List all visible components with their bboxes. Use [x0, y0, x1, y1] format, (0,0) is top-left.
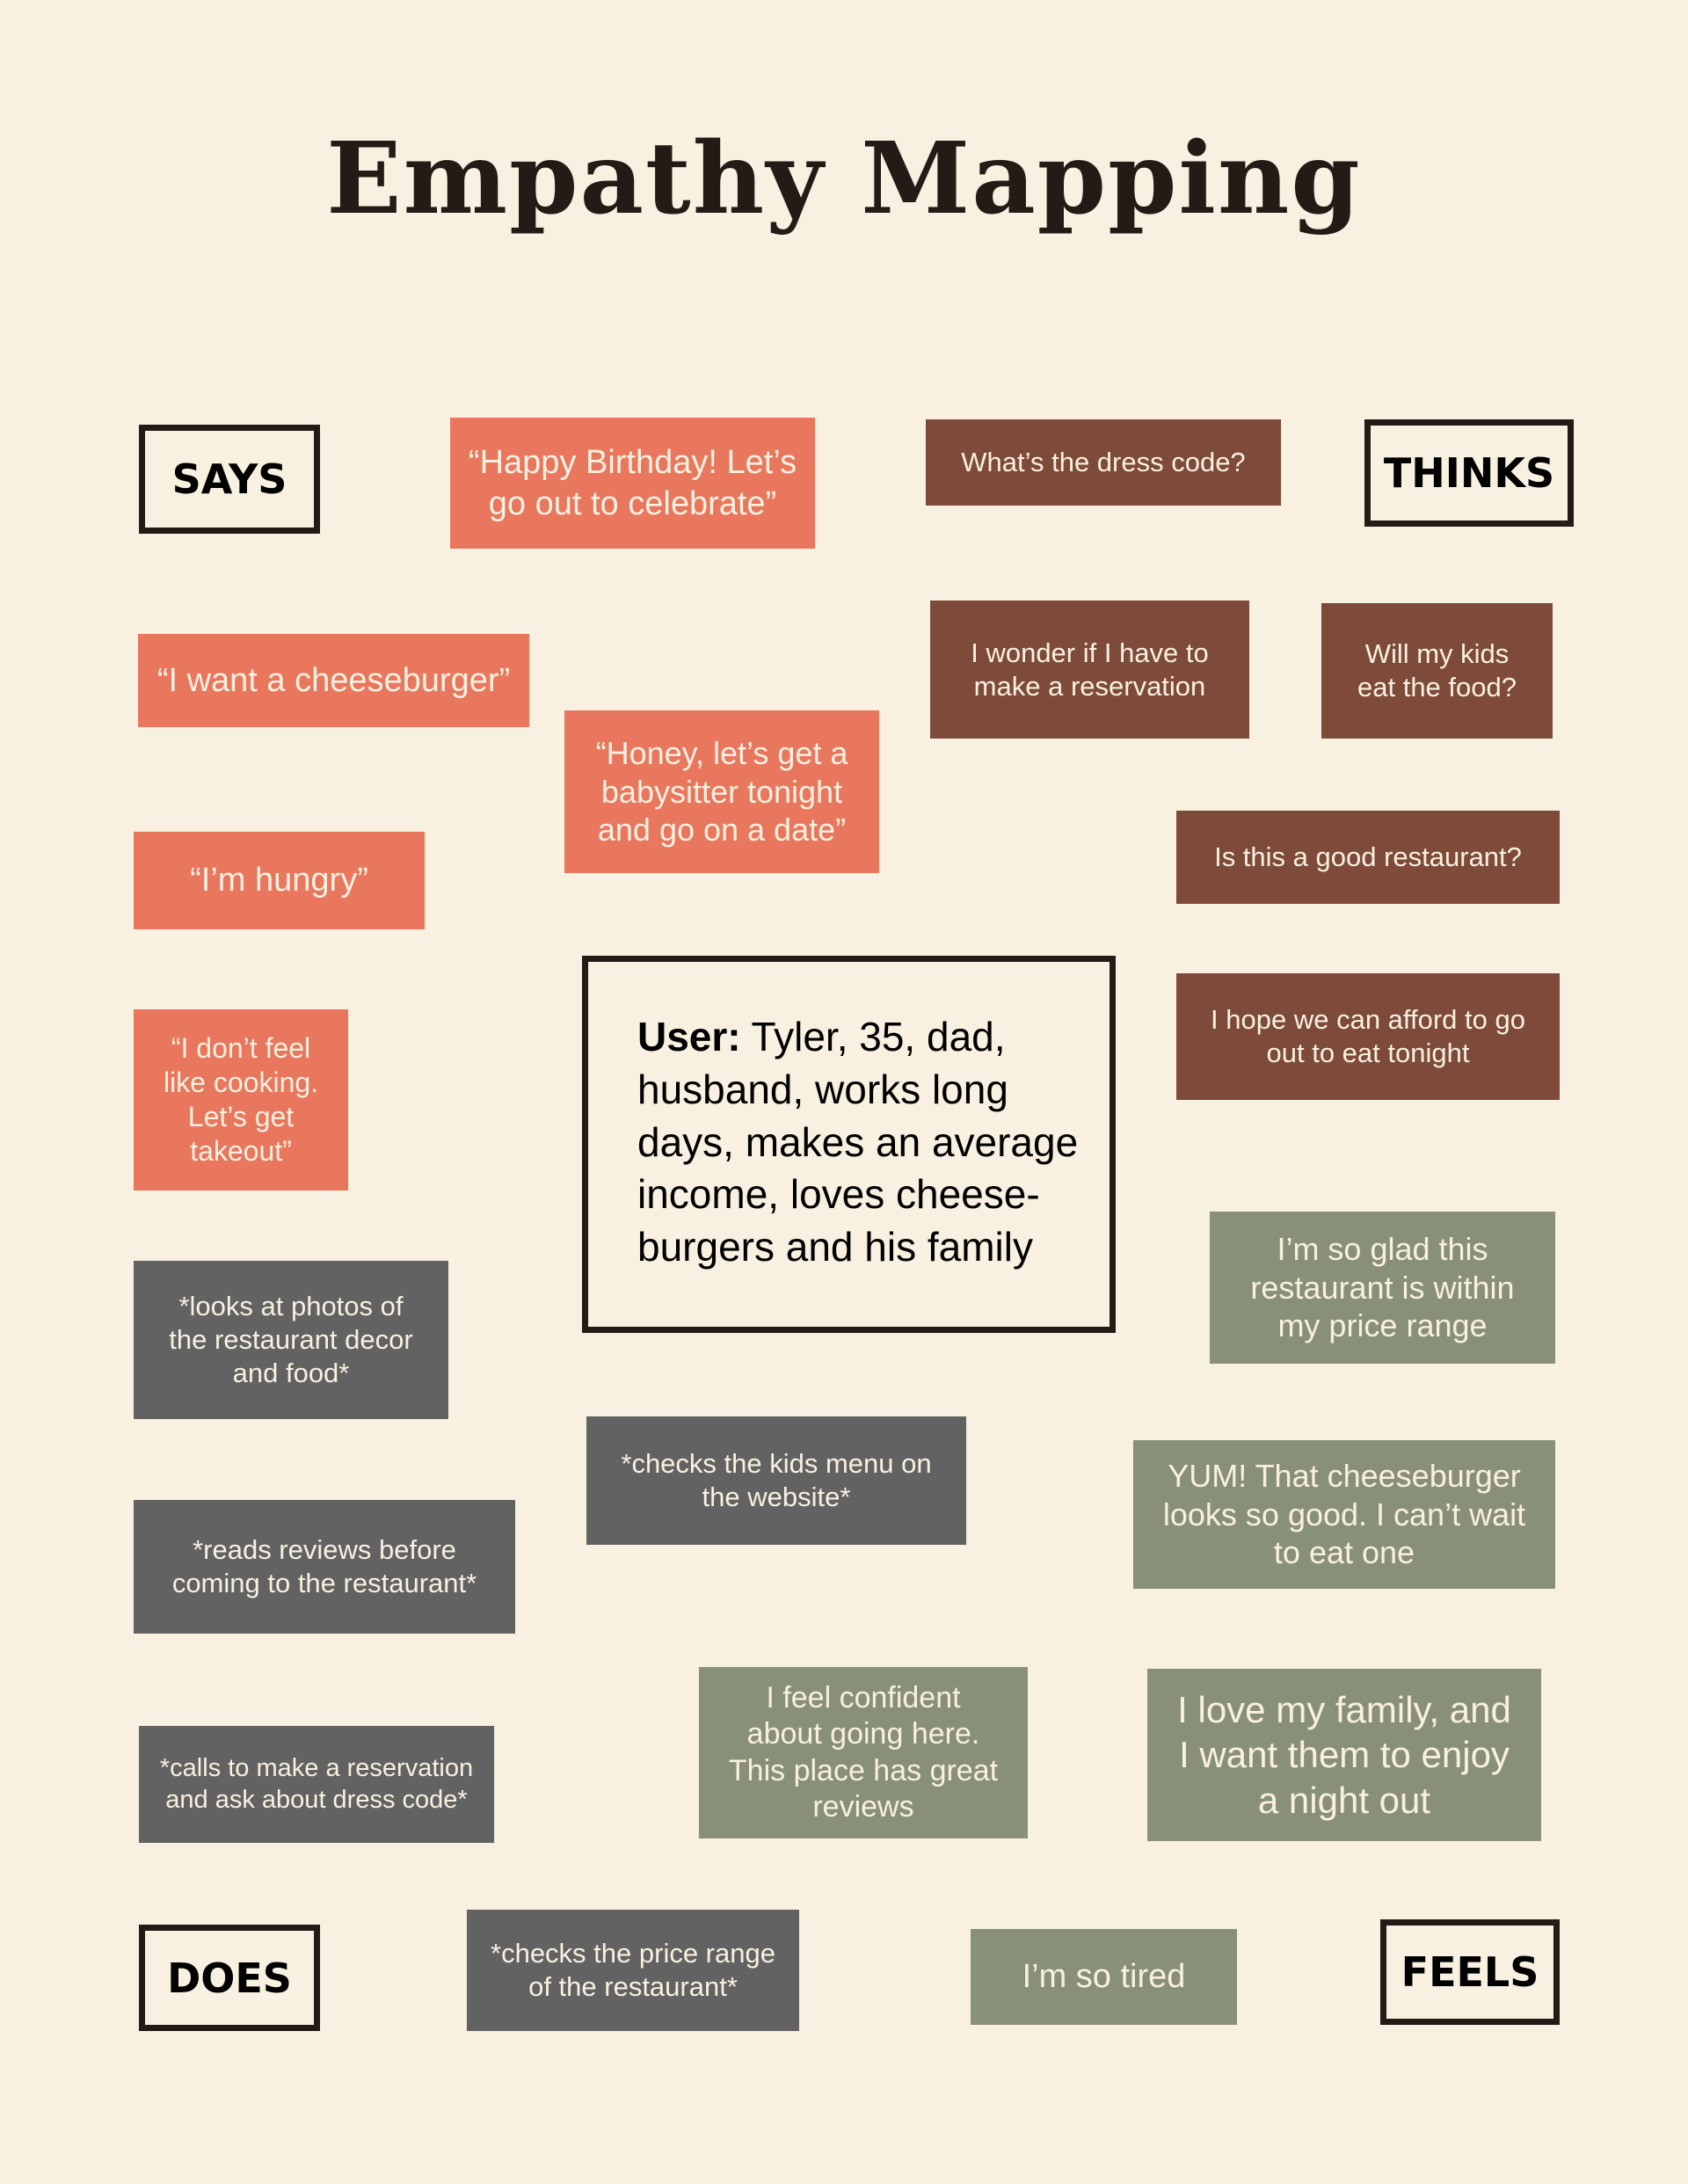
- says-note: “I’m hungry”: [134, 832, 425, 929]
- says-note: “I want a cheeseburger”: [138, 634, 529, 727]
- does-note: *looks at photos of the restaurant decor…: [134, 1261, 448, 1419]
- user-label: User:: [637, 1014, 741, 1059]
- thinks-note: I wonder if I have to make a reservation: [930, 601, 1249, 739]
- feels-label: FEELS: [1380, 1919, 1560, 2025]
- says-note: “I don’t feel like cooking. Let’s get ta…: [134, 1009, 348, 1190]
- does-note: *checks the price range of the restauran…: [467, 1910, 799, 2031]
- feels-note: I’m so tired: [971, 1929, 1237, 2025]
- thinks-note: Will my kids eat the food?: [1321, 603, 1553, 739]
- does-label: DOES: [139, 1925, 320, 2031]
- does-note: *calls to make a reservation and ask abo…: [139, 1726, 494, 1843]
- page-title: Empathy Mapping: [326, 121, 1362, 237]
- thinks-note: I hope we can afford to go out to eat to…: [1176, 973, 1560, 1100]
- does-note: *reads reviews before coming to the rest…: [134, 1500, 515, 1634]
- thinks-label: THINKS: [1364, 419, 1574, 527]
- does-note: *checks the kids menu on the website*: [586, 1416, 966, 1545]
- thinks-note: What’s the dress code?: [926, 419, 1281, 506]
- feels-note: I love my family, and I want them to enj…: [1147, 1669, 1541, 1841]
- feels-note: YUM! That cheeseburger looks so good. I …: [1133, 1440, 1555, 1589]
- thinks-note: Is this a good restaurant?: [1176, 811, 1560, 904]
- says-note: “Honey, let’s get a babysitter tonight a…: [564, 710, 879, 873]
- user-persona-box: User: Tyler, 35, dad, husband, works lon…: [582, 956, 1116, 1333]
- feels-note: I feel confident about going here. This …: [699, 1667, 1028, 1838]
- feels-note: I’m so glad this restaurant is within my…: [1210, 1212, 1555, 1364]
- says-label: SAYS: [139, 425, 320, 534]
- says-note: “Happy Birthday! Let’s go out to celebra…: [450, 418, 815, 549]
